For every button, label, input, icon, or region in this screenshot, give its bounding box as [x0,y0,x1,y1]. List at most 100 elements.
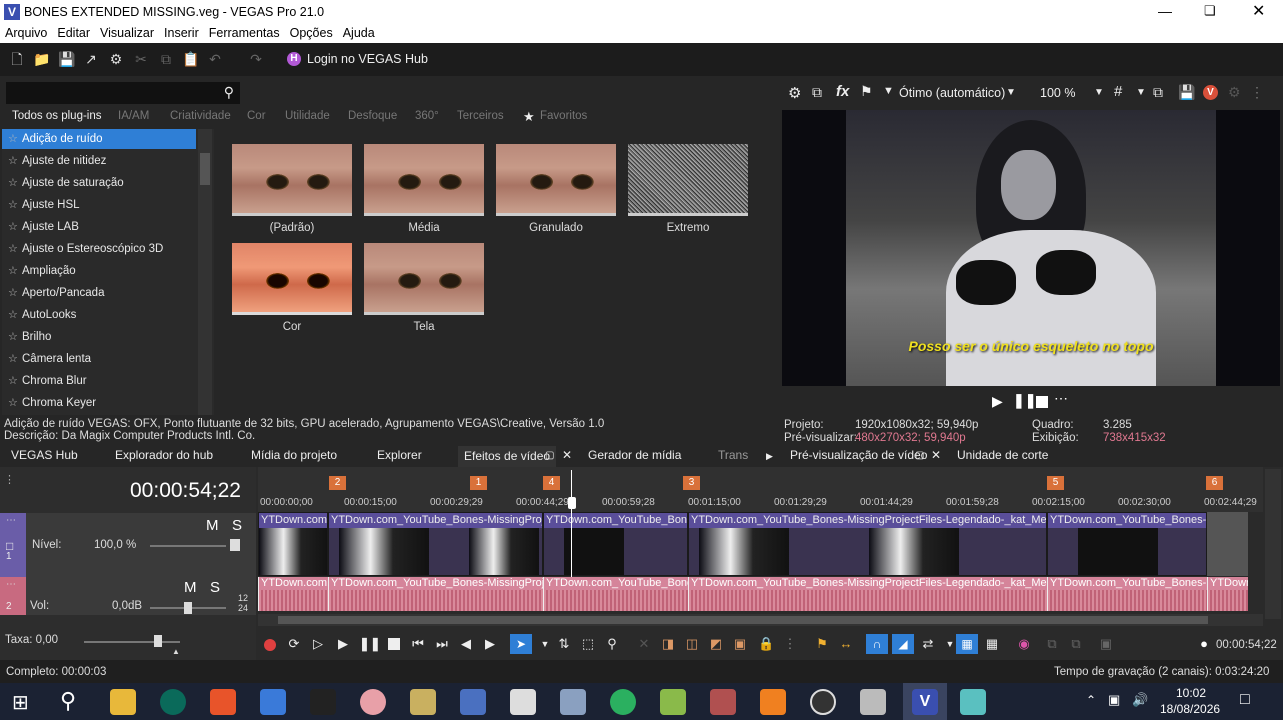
more-options-icon[interactable]: ⋯ [1054,390,1068,407]
play-icon[interactable]: ▶ [335,636,351,652]
save-icon[interactable]: 💾 [58,51,75,67]
solo-button[interactable]: S [232,517,242,534]
plugin-item[interactable]: ☆ AutoLooks [2,305,196,325]
preview-settings-icon[interactable]: ⚙ [788,84,801,102]
video-clip[interactable]: YTDown.com_YouTube_Bone [543,512,688,576]
video-clip[interactable]: YTDown.com_YouTube_Bones-M [1047,512,1207,576]
clock-time[interactable]: 10:02 [1176,686,1206,700]
marker[interactable]: 5 [1047,476,1064,490]
bee-app-icon[interactable] [410,689,436,715]
vertical-scrollbar[interactable] [1265,469,1281,619]
audio-clip[interactable]: YTDown.com [258,577,328,611]
chevron-down-icon[interactable]: ▼ [1094,87,1104,98]
mixer-icon[interactable]: ◉ [1016,636,1032,652]
marker[interactable]: 2 [329,476,346,490]
chevron-up-icon[interactable]: ⌃ [1086,693,1096,707]
vlc-icon[interactable] [760,689,786,715]
undo-icon[interactable]: ↶ [207,51,223,67]
timeline-ruler[interactable]: 2 1 4 3 5 6 00:00:00;00 00:00:15;00 00:0… [258,467,1263,512]
cut-icon[interactable]: ✂ [133,51,149,67]
loop-icon[interactable]: ⟳ [286,636,302,652]
tab-cor[interactable]: Cor [247,110,266,122]
vegas-v-icon[interactable]: V [1203,85,1218,100]
lock-icon[interactable]: 🔒 [758,636,774,652]
plugin-item[interactable]: ☆ Câmera lenta [2,349,196,369]
auto-crossfade-icon[interactable]: ◢ [892,634,914,654]
audio-clip[interactable]: YTDown.com_YouTube_Bones-M [1047,577,1207,611]
tab-hub-explorer[interactable]: Explorador do hub [115,448,213,462]
tab-utilidade[interactable]: Utilidade [285,110,330,122]
tab-media-generator[interactable]: Gerador de mídia [588,448,681,462]
track-copy-icon[interactable]: ⧉ [1044,636,1060,652]
audio-clip[interactable]: YTDown [1207,577,1248,611]
tab-scroll-right-icon[interactable]: ▶ [766,451,773,462]
notepad-icon[interactable] [660,689,686,715]
level-slider[interactable] [150,545,226,547]
close-button[interactable]: ✕ [1252,1,1265,21]
delete-icon[interactable]: ✕ [636,636,652,652]
marker-icon[interactable]: ⚑ [814,636,830,652]
stop-icon[interactable] [388,638,400,650]
settings-gear-icon[interactable]: ⚙ [108,51,124,67]
track-menu-icon[interactable]: ⋯ [6,515,16,526]
group-icon[interactable]: ⋮ [782,636,798,652]
tab-close-icon[interactable]: ✕ [931,448,941,462]
menu-arquivo[interactable]: Arquivo [0,24,52,40]
trim-start-icon[interactable]: ◨ [660,636,676,652]
plugin-item[interactable]: ☆ Brilho [2,327,196,347]
preset-thumbnail[interactable]: Granulado [496,144,616,234]
menu-ajuda[interactable]: Ajuda [338,24,380,40]
plugin-item[interactable]: ☆ Chroma Keyer [2,393,196,413]
track-menu-icon[interactable]: ⋯ [6,579,16,590]
menu-editar[interactable]: Editar [52,24,95,40]
auto-preview-icon[interactable]: ▦ [984,636,1000,652]
chrome-icon[interactable] [160,689,186,715]
marker[interactable]: 6 [1206,476,1223,490]
snap-magnet-icon[interactable]: ∩ [866,634,888,654]
playhead-handle[interactable] [568,497,576,509]
menu-ferramentas[interactable]: Ferramentas [204,24,285,40]
pause-icon[interactable]: ❚❚ [1013,392,1036,409]
quality-dropdown-arrow-icon[interactable]: ▼ [883,85,894,97]
play-icon[interactable]: ▶ [992,393,1003,410]
tab-dock-icon[interactable]: ▢ [915,450,924,461]
ripple-icon[interactable]: ▣ [732,636,748,652]
pause-icon[interactable]: ❚❚ [359,636,381,652]
tab-favoritos[interactable]: Favoritos [540,110,587,122]
chevron-down-icon[interactable]: ▼ [1136,87,1146,98]
next-frame-icon[interactable]: ▶ [482,636,498,652]
tab-ia-am[interactable]: IA/AM [118,110,149,122]
video-clip[interactable]: YTDown.com_YouTube_Bones-MissingProjectF… [688,512,1047,576]
marker[interactable]: 1 [470,476,487,490]
grid-icon[interactable]: # [1114,83,1122,100]
video-clip[interactable]: YTDown.com [258,512,328,576]
tab-close-icon[interactable]: ✕ [562,448,572,462]
event-pan-crop-icon[interactable]: ▦ [956,634,978,654]
play-from-start-icon[interactable]: ▷ [310,636,326,652]
video-track[interactable]: YTDown.com YTDown.com_YouTube_Bones-Miss… [258,470,1248,580]
tab-explorer[interactable]: Explorer [377,448,422,462]
steam-icon[interactable] [810,689,836,715]
video-track-header[interactable]: ⋯ □ 1 M S Nível: 100,0 % [0,513,256,577]
tab-dock-icon[interactable]: ▢ [545,450,554,461]
vol-slider-handle[interactable] [184,602,192,614]
normal-edit-tool-icon[interactable]: ➤ [510,634,532,654]
tab-project-media[interactable]: Mídia do projeto [251,448,337,462]
paste-icon[interactable]: 📋 [182,51,199,67]
mute-button[interactable]: M [206,517,219,534]
new-file-icon[interactable]: 🗋 [9,51,25,67]
plugin-item[interactable]: ☆ Ajuste HSL [2,195,196,215]
audio-app-icon[interactable] [310,689,336,715]
redo-icon[interactable]: ↷ [248,51,264,67]
preset-thumbnail[interactable]: Extremo [628,144,748,234]
chevron-down-icon[interactable]: ▼ [1006,87,1016,98]
record-icon[interactable] [264,639,276,651]
app-icon[interactable] [460,689,486,715]
track-paste-icon[interactable]: ⧉ [1068,636,1084,652]
zoom-tool-icon[interactable]: ⚲ [604,636,620,652]
drag-handle-icon[interactable]: ⋮ [4,473,15,486]
solo-button[interactable]: S [210,579,220,596]
search-icon[interactable]: ⚲ [60,688,76,714]
rate-slider-handle[interactable] [154,635,162,647]
file-explorer-icon[interactable] [110,689,136,715]
